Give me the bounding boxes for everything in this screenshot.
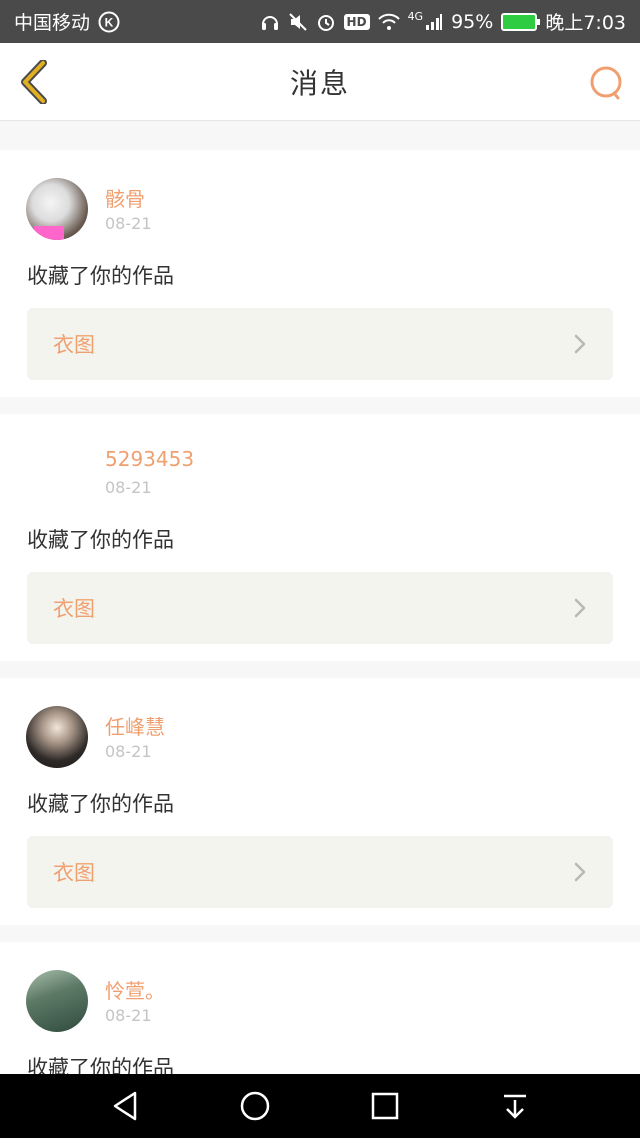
square-recents-icon (371, 1092, 399, 1120)
page-title: 消息 (289, 66, 350, 100)
circle-home-icon (240, 1091, 270, 1121)
notification-pulldown-button[interactable] (485, 1076, 545, 1136)
avatar[interactable] (26, 706, 88, 768)
search-icon (590, 66, 622, 100)
message-date: 08-21 (105, 478, 152, 497)
message-card: 骸骨 08-21 收藏了你的作品 衣图 (0, 150, 640, 397)
chevron-right-icon (574, 334, 586, 354)
triangle-back-icon (113, 1091, 137, 1121)
message-text: 收藏了你的作品 (27, 264, 174, 288)
work-title: 衣图 (53, 597, 95, 621)
message-date: 08-21 (105, 742, 152, 761)
chevron-right-icon (574, 862, 586, 882)
user-name[interactable]: 任峰慧 (105, 711, 165, 740)
system-recents-button[interactable] (355, 1076, 415, 1136)
svg-text:K: K (105, 15, 114, 29)
message-card: 5293453 08-21 收藏了你的作品 衣图 (0, 414, 640, 661)
system-nav-bar (0, 1074, 640, 1138)
avatar[interactable] (26, 970, 88, 1032)
avatar[interactable] (26, 442, 88, 504)
clock-time: 晚上7:03 (545, 12, 626, 34)
system-back-button[interactable] (95, 1076, 155, 1136)
message-list[interactable]: 骸骨 08-21 收藏了你的作品 衣图 5293453 08-21 收藏了你的作… (0, 121, 640, 1074)
message-card: 任峰慧 08-21 收藏了你的作品 衣图 (0, 678, 640, 925)
battery-percent: 95% (451, 10, 494, 33)
system-home-button[interactable] (225, 1076, 285, 1136)
message-date: 08-21 (105, 1006, 152, 1025)
top-nav-bar: 消息 (0, 43, 640, 121)
user-name[interactable]: 骸骨 (105, 183, 145, 212)
message-card: 怜萱。 08-21 收藏了你的作品 (0, 942, 640, 1074)
alarm-icon (316, 12, 336, 32)
message-text: 收藏了你的作品 (27, 792, 174, 816)
carrier-badge-icon: K (98, 11, 120, 33)
wifi-icon (377, 13, 400, 31)
hd-badge: HD (343, 13, 370, 30)
mute-icon (288, 12, 308, 32)
battery-icon (501, 12, 541, 31)
work-link[interactable]: 衣图 (27, 572, 613, 644)
work-link[interactable]: 衣图 (27, 308, 613, 380)
carrier-label: 中国移动 (14, 12, 91, 34)
message-date: 08-21 (105, 214, 152, 233)
message-text: 收藏了你的作品 (27, 1056, 174, 1074)
user-name[interactable]: 5293453 (105, 447, 194, 471)
status-bar: 中国移动 K HD 4G 95% 晚上7:03 (0, 0, 640, 43)
search-button[interactable] (586, 63, 626, 103)
user-name[interactable]: 怜萱。 (105, 975, 165, 1004)
pulldown-icon (504, 1094, 526, 1119)
chevron-left-icon (21, 60, 47, 104)
message-text: 收藏了你的作品 (27, 528, 174, 552)
chevron-right-icon (574, 598, 586, 618)
work-title: 衣图 (53, 861, 95, 885)
work-link[interactable]: 衣图 (27, 836, 613, 908)
headphones-icon (260, 12, 280, 32)
signal-icon (425, 13, 443, 31)
work-title: 衣图 (53, 333, 95, 357)
back-button[interactable] (16, 59, 52, 105)
avatar[interactable] (26, 178, 88, 240)
network-type-label: 4G (407, 10, 424, 23)
